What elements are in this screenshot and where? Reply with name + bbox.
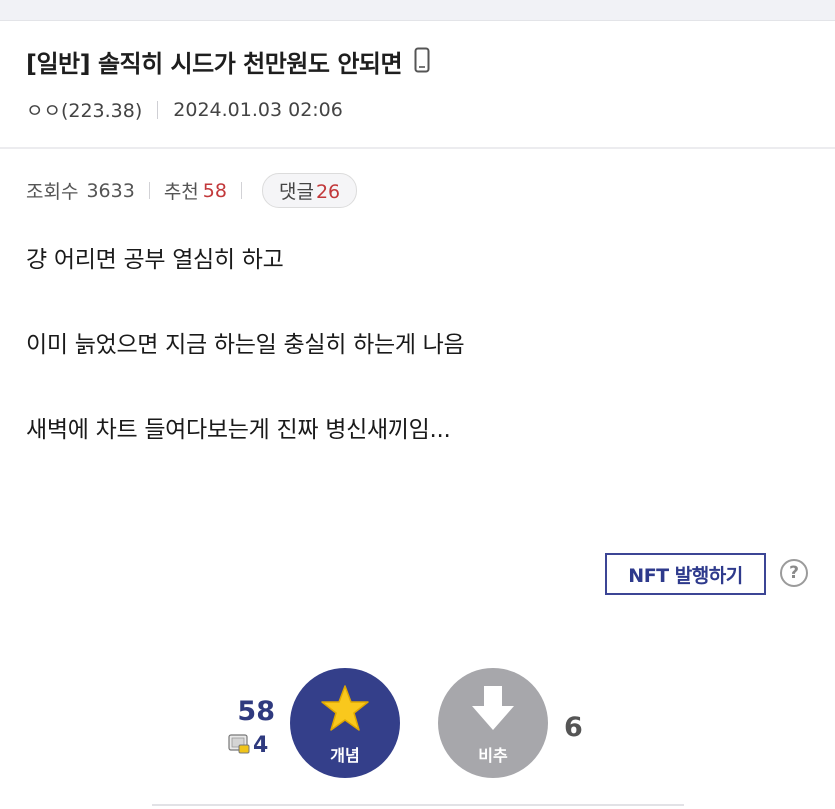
recommend-button-label: 개념	[330, 746, 360, 765]
downvote-count: 6	[564, 712, 583, 743]
fixed-count: 4	[253, 733, 269, 758]
post-meta: ㅇㅇ(223.38) 2024.01.03 02:06	[26, 96, 343, 123]
arrow-down-icon	[470, 684, 516, 736]
bottom-divider	[152, 804, 684, 806]
post-stats: 조회수 3633 추천 58 댓글 26	[26, 173, 358, 208]
post-date: 2024.01.03 02:06	[173, 98, 343, 121]
views-count: 3633	[86, 179, 135, 202]
mobile-phone-icon	[414, 47, 430, 77]
post-title: [일반] 솔직히 시드가 천만원도 안되면	[26, 50, 403, 78]
star-icon	[320, 684, 370, 736]
title-row: [일반] 솔직히 시드가 천만원도 안되면	[26, 44, 430, 79]
downvote-button[interactable]: 비추	[438, 668, 548, 778]
meta-divider	[157, 100, 159, 119]
downvote-button-label: 비추	[478, 746, 508, 765]
header-divider	[0, 147, 835, 149]
comments-label: 댓글	[278, 181, 314, 203]
recommend-button[interactable]: 개념	[290, 668, 400, 778]
stats-divider	[240, 182, 242, 199]
fixed-recommend: 4	[228, 733, 268, 758]
help-icon[interactable]: ?	[780, 559, 808, 587]
top-strip	[0, 0, 835, 21]
comment-count-badge[interactable]: 댓글 26	[261, 173, 358, 208]
recommend-count-stat: 58	[202, 179, 227, 202]
nft-issue-button[interactable]: NFT 발행하기	[605, 553, 766, 595]
post-body-line: 새벽에 차트 들여다보는게 진짜 병신새끼임...	[26, 417, 451, 443]
stats-divider	[148, 182, 150, 199]
fixed-user-icon	[228, 733, 250, 758]
recommend-count: 58	[237, 696, 275, 727]
author-name[interactable]: ㅇㅇ(223.38)	[26, 96, 142, 123]
recommend-label: 추천	[163, 181, 199, 203]
post-body-line: 이미 늙었으면 지금 하는일 충실히 하는게 나음	[26, 332, 465, 358]
post-body-line: 걍 어리면 공부 열심히 하고	[26, 247, 284, 273]
views-label: 조회수	[26, 181, 79, 203]
comments-count: 26	[315, 181, 341, 203]
